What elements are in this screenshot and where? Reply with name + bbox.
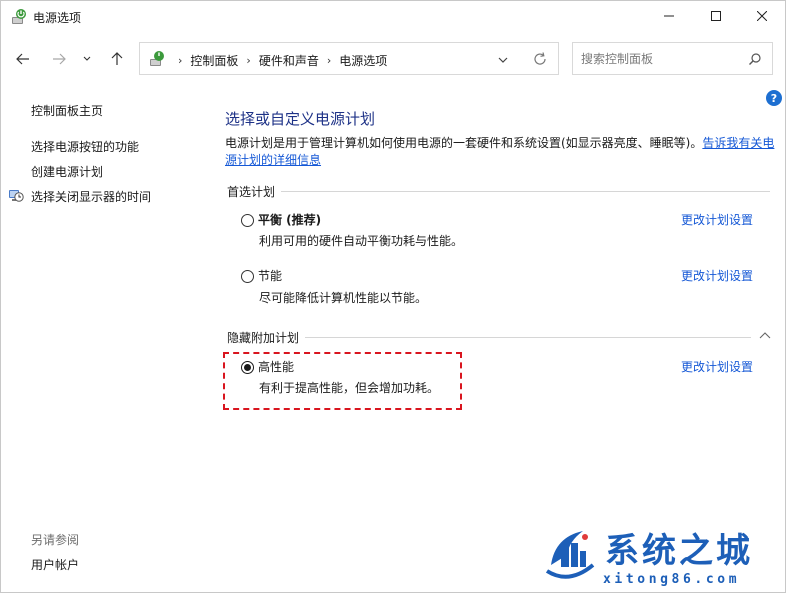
forward-button[interactable]	[47, 47, 71, 71]
breadcrumb-separator-icon: ›	[326, 54, 332, 67]
search-box[interactable]	[572, 42, 773, 75]
watermark-logo-icon	[545, 531, 595, 579]
chevron-down-icon	[83, 56, 91, 61]
power-saver-change-settings-link[interactable]: 更改计划设置	[681, 267, 753, 284]
sidebar-create-power-plan[interactable]: 创建电源计划	[31, 163, 103, 180]
balanced-change-settings-link[interactable]: 更改计划设置	[681, 211, 753, 228]
description-text: 电源计划是用于管理计算机如何使用电源的一套硬件和系统设置(如显示器亮度、睡眠等)…	[225, 136, 703, 150]
minimize-button[interactable]	[646, 1, 692, 31]
help-button[interactable]: ?	[766, 90, 782, 106]
breadcrumb-separator-icon: ›	[246, 54, 251, 67]
search-input[interactable]	[581, 50, 741, 68]
breadcrumb-power-options[interactable]: 电源选项	[339, 52, 387, 69]
see-also-heading: 另请参阅	[31, 533, 80, 547]
sidebar-user-accounts[interactable]: 用户帐户	[31, 556, 79, 573]
balanced-plan-description: 利用可用的硬件自动平衡功耗与性能。	[259, 234, 464, 248]
maximize-button[interactable]	[693, 1, 739, 31]
highlight-annotation	[223, 352, 462, 410]
control-panel-icon	[150, 51, 164, 66]
arrow-right-icon	[53, 53, 66, 65]
search-icon[interactable]	[748, 52, 762, 66]
address-bar[interactable]: › 控制面板 › 硬件和声音 › 电源选项	[139, 42, 559, 75]
arrow-up-icon	[111, 52, 123, 65]
balanced-plan-name[interactable]: 平衡 (推荐)	[258, 211, 321, 228]
watermark-url: xitong86.com	[603, 572, 741, 587]
title-bar: 电源选项	[1, 1, 785, 33]
breadcrumb-control-panel[interactable]: 控制面板	[190, 52, 238, 69]
preferred-plans-heading: 首选计划	[227, 183, 282, 200]
page-description: 电源计划是用于管理计算机如何使用电源的一套硬件和系统设置(如显示器亮度、睡眠等)…	[225, 135, 777, 169]
navigation-bar: › 控制面板 › 硬件和声音 › 电源选项	[1, 39, 785, 79]
back-button[interactable]	[11, 47, 35, 71]
watermark-title: 系统之城	[605, 531, 753, 571]
refresh-icon[interactable]	[532, 51, 548, 67]
sidebar-control-panel-home[interactable]: 控制面板主页	[31, 102, 103, 119]
power-saver-plan-description: 尽可能降低计算机性能以节能。	[259, 291, 428, 305]
power-saver-plan-radio[interactable]	[241, 270, 254, 283]
power-options-window: 电源选项 › 控制面板 › 硬件和声音 › 电源选项 搜索控制面板 ? 控制面板…	[0, 0, 786, 593]
breadcrumb-hardware-sound[interactable]: 硬件和声音	[259, 52, 319, 69]
maximize-icon	[711, 11, 721, 21]
arrow-left-icon	[16, 53, 29, 65]
balanced-plan-radio[interactable]	[241, 214, 254, 227]
recent-locations-button[interactable]	[79, 47, 95, 71]
sidebar-choose-power-buttons[interactable]: 选择电源按钮的功能	[31, 138, 139, 155]
high-performance-change-settings-link[interactable]: 更改计划设置	[681, 358, 753, 375]
close-icon	[757, 11, 767, 21]
hidden-plans-divider	[303, 337, 751, 338]
window-title: 电源选项	[33, 11, 82, 25]
sidebar-display-off-time[interactable]: 选择关闭显示器的时间	[31, 188, 151, 205]
up-button[interactable]	[105, 47, 129, 71]
hidden-plans-heading: 隐藏附加计划	[227, 329, 306, 346]
power-saver-plan-name[interactable]: 节能	[258, 267, 282, 284]
page-title: 选择或自定义电源计划	[225, 110, 376, 128]
address-dropdown-icon[interactable]	[496, 54, 510, 66]
minimize-icon	[664, 15, 674, 17]
display-timer-icon	[9, 190, 24, 202]
close-button[interactable]	[739, 1, 785, 31]
chevron-up-icon[interactable]	[759, 331, 771, 339]
power-options-icon	[12, 9, 26, 24]
breadcrumb: › 控制面板 › 硬件和声音 › 电源选项	[170, 52, 387, 69]
breadcrumb-separator-icon: ›	[178, 54, 183, 67]
preferred-plans-divider	[279, 191, 770, 192]
